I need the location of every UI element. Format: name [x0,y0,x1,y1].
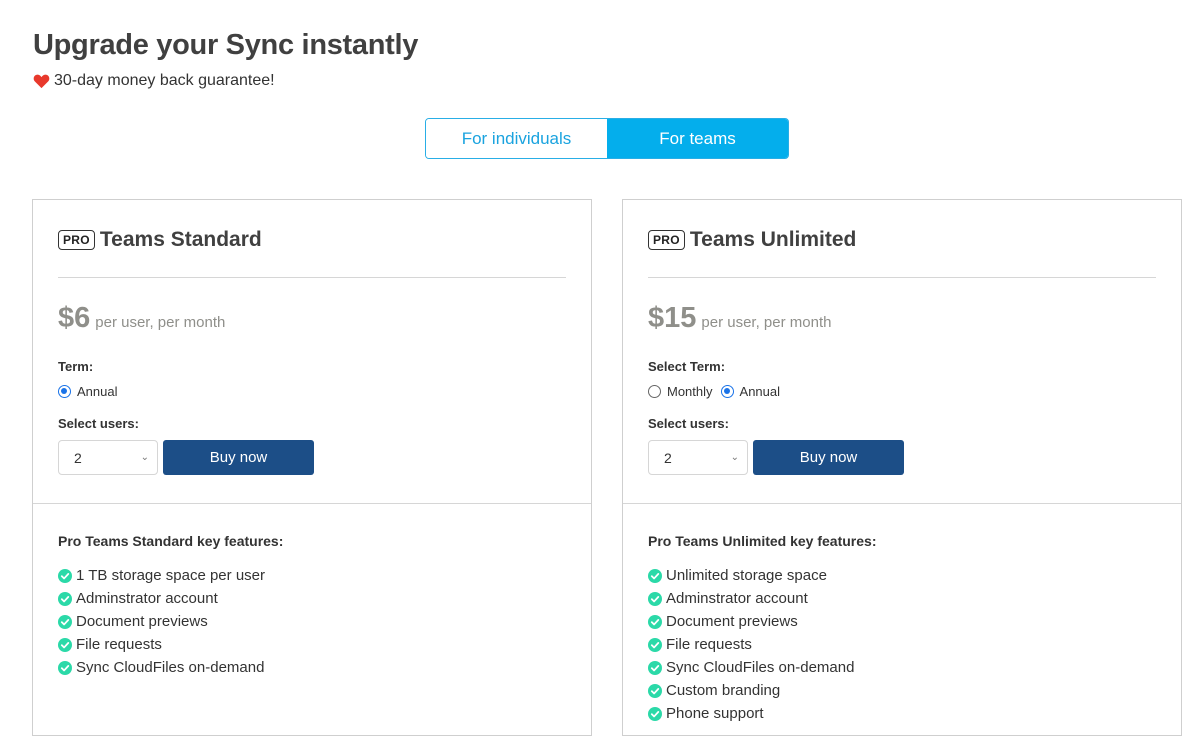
divider [648,277,1156,278]
feature-text: Custom branding [666,682,781,699]
guarantee-text: 30-day money back guarantee! [54,72,275,89]
pro-badge: PRO [58,230,95,250]
feature-item: Document previews [58,610,265,633]
term-annual-radio[interactable]: Annual [720,384,781,399]
guarantee-note: 30-day money back guarantee! [33,72,275,90]
chevron-down-icon: ⌄ [730,452,739,463]
term-annual-radio[interactable]: Annual [58,384,117,399]
feature-item: Unlimited storage space [648,564,854,587]
feature-item: Phone support [648,702,854,725]
audience-toggle: For individuals For teams [425,118,789,159]
feature-item: File requests [58,633,265,656]
heart-icon [33,74,50,89]
price-unit: per user, per month [701,314,832,331]
plan-name: Teams Unlimited [689,228,857,251]
divider [33,503,591,504]
pro-badge: PRO [648,230,685,250]
term-label: Select Term: [648,359,726,374]
radio-label: Annual [739,384,781,399]
radio-checked-icon[interactable] [720,385,734,398]
buy-now-button[interactable]: Buy now [753,440,904,475]
plan-header: PRO Teams Unlimited [648,228,856,252]
features-title: Pro Teams Unlimited key features: [648,533,877,549]
buy-now-button[interactable]: Buy now [163,440,314,475]
feature-text: File requests [666,636,752,653]
feature-item: Custom branding [648,679,854,702]
plan-name: Teams Standard [99,228,262,251]
radio-label: Monthly [667,384,713,399]
feature-text: Adminstrator account [76,590,218,607]
feature-text: Unlimited storage space [666,567,827,584]
users-select-value: 2 [74,449,82,466]
features-list: Unlimited storage space Adminstrator acc… [648,564,854,725]
check-circle-icon [58,614,72,629]
check-circle-icon [648,660,662,675]
plan-card-teams-unlimited: PRO Teams Unlimited $15 per user, per mo… [622,199,1182,736]
radio-checked-icon[interactable] [58,385,71,398]
feature-item: Document previews [648,610,854,633]
feature-item: Sync CloudFiles on-demand [648,656,854,679]
term-options: Monthly Annual [648,384,780,399]
features-title: Pro Teams Standard key features: [58,533,284,549]
feature-item: 1 TB storage space per user [58,564,265,587]
divider [623,503,1181,504]
features-list: 1 TB storage space per user Adminstrator… [58,564,265,679]
term-options: Annual [58,384,117,399]
check-circle-icon [58,637,72,652]
tab-for-teams[interactable]: For teams [607,119,788,158]
tab-for-individuals[interactable]: For individuals [426,119,607,158]
radio-unchecked-icon[interactable] [648,385,661,398]
price-amount: $15 [648,302,697,334]
feature-text: Document previews [76,613,208,630]
check-circle-icon [648,637,662,652]
feature-text: File requests [76,636,162,653]
page-title: Upgrade your Sync instantly [33,29,419,61]
chevron-down-icon: ⌄ [140,452,149,463]
feature-text: Phone support [666,705,764,722]
check-circle-icon [58,660,72,675]
check-circle-icon [58,591,72,606]
feature-text: Document previews [666,613,798,630]
feature-text: Sync CloudFiles on-demand [666,659,855,676]
users-select[interactable]: 2 ⌄ [58,440,158,475]
plan-header: PRO Teams Standard [58,228,262,252]
term-monthly-radio[interactable]: Monthly [648,384,713,399]
check-circle-icon [648,706,662,721]
radio-label: Annual [77,384,118,399]
feature-text: Sync CloudFiles on-demand [76,659,265,676]
check-circle-icon [648,683,662,698]
feature-text: Adminstrator account [666,590,808,607]
check-circle-icon [58,568,72,583]
price-unit: per user, per month [95,314,226,331]
users-select[interactable]: 2 ⌄ [648,440,748,475]
check-circle-icon [648,568,662,583]
users-label: Select users: [648,416,729,431]
price: $15 per user, per month [648,302,831,335]
feature-item: File requests [648,633,854,656]
feature-text: 1 TB storage space per user [76,567,265,584]
price-amount: $6 [58,302,91,334]
users-select-value: 2 [664,449,672,466]
plan-card-teams-standard: PRO Teams Standard $6 per user, per mont… [32,199,592,736]
feature-item: Adminstrator account [648,587,854,610]
divider [58,277,566,278]
feature-item: Sync CloudFiles on-demand [58,656,265,679]
check-circle-icon [648,591,662,606]
feature-item: Adminstrator account [58,587,265,610]
price: $6 per user, per month [58,302,225,335]
term-label: Term: [58,359,94,374]
users-label: Select users: [58,416,139,431]
check-circle-icon [648,614,662,629]
